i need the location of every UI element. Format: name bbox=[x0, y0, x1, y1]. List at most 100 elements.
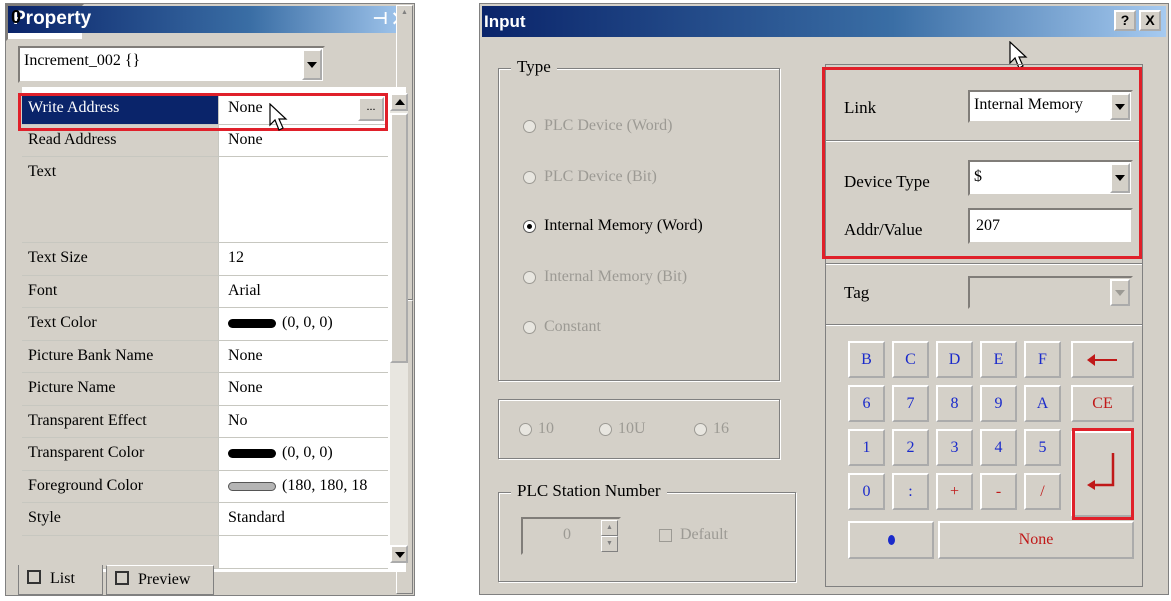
property-value[interactable]: No bbox=[219, 406, 388, 437]
property-grid: Write Address None ... Read Address None… bbox=[22, 87, 406, 572]
dot-icon bbox=[887, 535, 895, 546]
tab-list[interactable]: List bbox=[18, 565, 103, 595]
property-name: Foreground Color bbox=[22, 471, 219, 502]
highlight-box bbox=[1072, 428, 1134, 520]
radio-internal-memory-bit[interactable]: Internal Memory (Bit) bbox=[523, 268, 687, 286]
chevron-down-icon[interactable] bbox=[302, 49, 322, 80]
color-swatch bbox=[228, 448, 276, 458]
property-value[interactable]: Arial bbox=[219, 276, 388, 307]
key-minus[interactable]: - bbox=[980, 473, 1017, 510]
backspace-button[interactable] bbox=[1071, 341, 1134, 378]
color-swatch bbox=[228, 318, 276, 328]
preview-icon bbox=[115, 571, 129, 585]
color-swatch bbox=[228, 481, 276, 491]
key-c[interactable]: C bbox=[892, 341, 929, 378]
key-1[interactable]: 1 bbox=[848, 429, 885, 466]
key-colon[interactable]: : bbox=[892, 473, 929, 510]
property-row-transparent-effect[interactable]: Transparent Effect No bbox=[22, 406, 388, 438]
property-value[interactable] bbox=[219, 157, 388, 242]
vertical-scrollbar[interactable] bbox=[390, 93, 408, 563]
type-group: Type PLC Device (Word) PLC Device (Bit) … bbox=[498, 57, 780, 381]
property-row-font[interactable]: Font Arial bbox=[22, 276, 388, 308]
property-row-text[interactable]: Text bbox=[22, 157, 388, 243]
property-row-text-size[interactable]: Text Size 12 bbox=[22, 243, 388, 276]
input-dialog: Input ? X Type PLC Device (Word) PLC Dev… bbox=[479, 3, 1169, 595]
property-name: Text bbox=[22, 157, 219, 242]
scroll-up-icon[interactable] bbox=[390, 93, 408, 111]
key-5[interactable]: 5 bbox=[1024, 429, 1061, 466]
radio-base-16[interactable]: 16 bbox=[694, 420, 729, 438]
mouse-cursor-icon bbox=[269, 103, 288, 131]
property-name: Text Size bbox=[22, 243, 219, 275]
highlight-box bbox=[18, 93, 388, 131]
radio-internal-memory-word[interactable]: Internal Memory (Word) bbox=[523, 217, 703, 235]
key-d[interactable]: D bbox=[936, 341, 973, 378]
chevron-down-icon[interactable] bbox=[1110, 279, 1130, 306]
property-value[interactable]: (0, 0, 0) bbox=[219, 308, 388, 340]
property-row-picture-name[interactable]: Picture Name None bbox=[22, 373, 388, 406]
key-0[interactable]: 0 bbox=[848, 473, 885, 510]
pin-icon[interactable]: ⊣ bbox=[372, 9, 388, 29]
property-row-text-color[interactable]: Text Color (0, 0, 0) bbox=[22, 308, 388, 341]
type-legend: Type bbox=[511, 57, 557, 77]
key-6[interactable]: 6 bbox=[848, 385, 885, 422]
ce-button[interactable]: CE bbox=[1071, 385, 1134, 422]
property-value[interactable]: None bbox=[219, 373, 388, 405]
key-2[interactable]: 2 bbox=[892, 429, 929, 466]
tag-select[interactable] bbox=[968, 276, 1133, 309]
highlight-box bbox=[822, 67, 1142, 259]
key-4[interactable]: 4 bbox=[980, 429, 1017, 466]
radio-plc-device-bit[interactable]: PLC Device (Bit) bbox=[523, 168, 657, 186]
close-button[interactable]: X bbox=[1139, 10, 1161, 31]
radio-constant[interactable]: Constant bbox=[523, 318, 601, 336]
key-e[interactable]: E bbox=[980, 341, 1017, 378]
tag-label: Tag bbox=[844, 283, 870, 302]
object-selector[interactable]: Increment_002 {} bbox=[18, 46, 325, 83]
key-slash[interactable]: / bbox=[1024, 473, 1061, 510]
key-9[interactable]: 9 bbox=[980, 385, 1017, 422]
help-button[interactable]: ? bbox=[1114, 10, 1136, 31]
property-panel: Property ⊣ ✕ Increment_002 {} 0 ▲▼ Write… bbox=[5, 3, 415, 596]
key-7[interactable]: 7 bbox=[892, 385, 929, 422]
property-value[interactable]: Standard bbox=[219, 503, 388, 535]
key-a[interactable]: A bbox=[1024, 385, 1061, 422]
dot-button[interactable] bbox=[848, 521, 934, 559]
property-row-transparent-color[interactable]: Transparent Color (0, 0, 0) bbox=[22, 438, 388, 471]
scroll-down-icon[interactable] bbox=[390, 545, 408, 563]
key-f[interactable]: F bbox=[1024, 341, 1061, 378]
base-group: 10 10U 16 bbox=[498, 399, 780, 459]
key-plus[interactable]: + bbox=[936, 473, 973, 510]
dialog-title: Input bbox=[484, 12, 526, 31]
property-row-foreground-color[interactable]: Foreground Color (180, 180, 18 bbox=[22, 471, 388, 503]
plc-station-legend: PLC Station Number bbox=[511, 481, 667, 501]
radio-base-10u[interactable]: 10U bbox=[599, 420, 646, 438]
object-index-value: 0 bbox=[11, 7, 22, 27]
property-value[interactable]: None bbox=[219, 341, 388, 372]
radio-base-10[interactable]: 10 bbox=[519, 420, 554, 438]
key-8[interactable]: 8 bbox=[936, 385, 973, 422]
property-value[interactable]: (0, 0, 0) bbox=[219, 438, 388, 470]
left-arrow-icon bbox=[1086, 354, 1117, 367]
none-button[interactable]: None bbox=[938, 521, 1134, 559]
property-name: Transparent Color bbox=[22, 438, 219, 470]
plc-station-spinner[interactable]: 0 ▲ ▼ bbox=[521, 517, 621, 555]
list-icon bbox=[27, 570, 41, 584]
property-row-picture-bank-name[interactable]: Picture Bank Name None bbox=[22, 341, 388, 373]
property-name: Font bbox=[22, 276, 219, 307]
key-3[interactable]: 3 bbox=[936, 429, 973, 466]
default-checkbox[interactable]: Default bbox=[659, 526, 728, 544]
tab-preview[interactable]: Preview bbox=[106, 565, 214, 595]
scroll-thumb[interactable] bbox=[390, 113, 408, 363]
plc-station-group: PLC Station Number 0 ▲ ▼ Default bbox=[498, 481, 796, 582]
property-titlebar: Property ⊣ ✕ bbox=[8, 6, 412, 33]
key-b[interactable]: B bbox=[848, 341, 885, 378]
property-row-style[interactable]: Style Standard bbox=[22, 503, 388, 536]
property-value[interactable]: 12 bbox=[219, 243, 388, 275]
property-name: Picture Name bbox=[22, 373, 219, 405]
property-name: Text Color bbox=[22, 308, 219, 340]
radio-plc-device-word[interactable]: PLC Device (Word) bbox=[523, 117, 672, 135]
property-name: Style bbox=[22, 503, 219, 535]
property-value[interactable]: (180, 180, 18 bbox=[219, 471, 388, 502]
spin-up-icon[interactable]: ▲ bbox=[601, 520, 618, 536]
spin-down-icon[interactable]: ▼ bbox=[601, 536, 618, 552]
